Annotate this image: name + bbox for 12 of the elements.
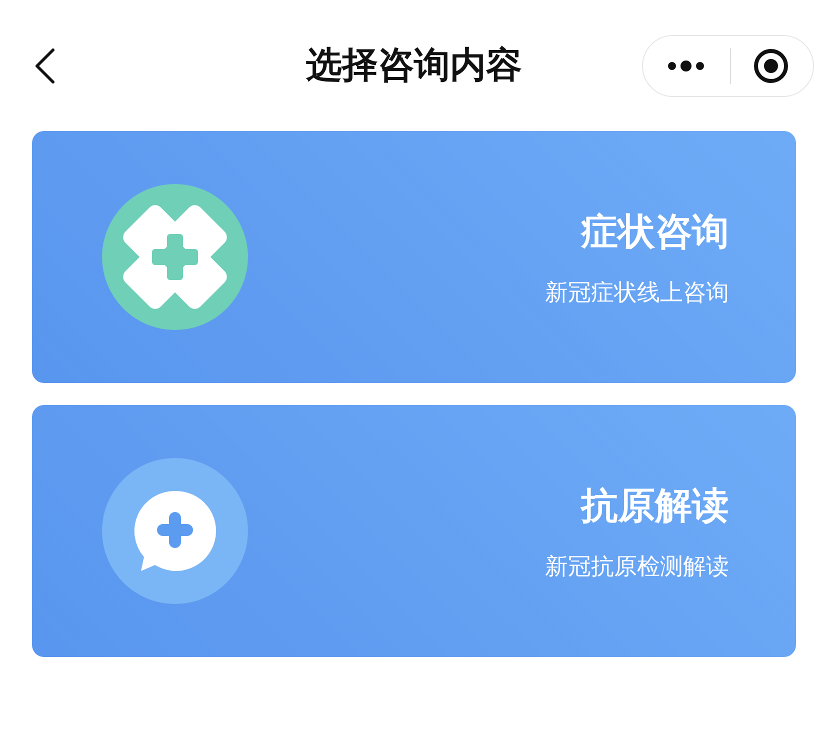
more-icon[interactable] xyxy=(667,60,707,72)
clover-cross-icon xyxy=(102,184,248,330)
back-icon[interactable] xyxy=(34,48,56,84)
card-title: 抗原解读 xyxy=(581,482,729,528)
chat-plus-icon xyxy=(102,458,248,604)
consult-card[interactable]: 抗原解读 新冠抗原检测解读 xyxy=(32,405,796,657)
page-title: 选择咨询内容 xyxy=(306,44,522,88)
card-subtitle: 新冠症状线上咨询 xyxy=(545,278,729,308)
card-subtitle: 新冠抗原检测解读 xyxy=(545,552,729,582)
record-icon[interactable] xyxy=(753,48,789,84)
card-title: 症状咨询 xyxy=(581,208,729,254)
consult-card[interactable]: 症状咨询 新冠症状线上咨询 xyxy=(32,131,796,383)
